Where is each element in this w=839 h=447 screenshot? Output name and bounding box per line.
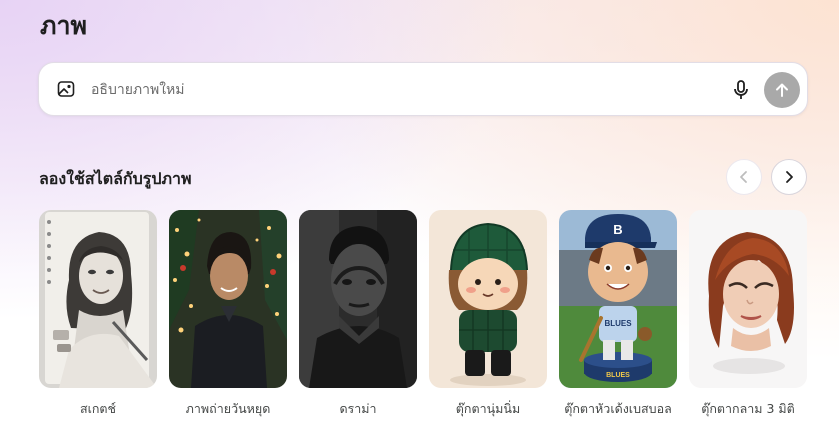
card-label: ตุ๊กตานุ่มนิ่ม <box>455 401 521 416</box>
page-title: ภาพ <box>40 11 87 40</box>
carousel-next-button[interactable] <box>771 159 807 195</box>
holiday-photo-thumbnail <box>169 210 287 388</box>
image-icon[interactable] <box>56 79 76 99</box>
style-card-holiday-photo[interactable]: ภาพถ่ายวันหยุด <box>169 210 287 416</box>
card-label: ดราม่า <box>339 401 377 416</box>
style-card-bobblehead[interactable]: BLUES BLUES B ตุ๊กตาหัวเด้งเบสบอล <box>559 210 677 416</box>
drama-thumbnail <box>299 210 417 388</box>
microphone-icon[interactable] <box>729 78 753 102</box>
cap-letter: B <box>613 222 622 237</box>
prompt-input[interactable] <box>91 75 691 105</box>
style-card-drama[interactable]: ดราม่า <box>299 210 417 416</box>
3d-cartoon-thumbnail <box>689 210 807 388</box>
arrow-up-icon <box>776 83 788 97</box>
style-card-3d-cartoon[interactable]: ตุ๊กตากลาม 3 มิติ <box>689 210 807 416</box>
chevron-right-icon <box>786 171 793 183</box>
card-label: สเกตช์ <box>79 401 117 416</box>
bobblehead-thumbnail: BLUES BLUES B <box>559 210 677 388</box>
card-label: ตุ๊กตาหัวเด้งเบสบอล <box>564 401 672 416</box>
prompt-bar <box>38 62 808 116</box>
section-title: ลองใช้สไตล์กับรูปภาพ <box>39 169 192 188</box>
card-label: ตุ๊กตากลาม 3 มิติ <box>701 401 795 416</box>
card-label: ภาพถ่ายวันหยุด <box>185 401 271 416</box>
style-card-plush-doll[interactable]: ตุ๊กตานุ่มนิ่ม <box>429 210 547 416</box>
style-card-sketch[interactable]: สเกตช์ <box>39 210 157 416</box>
jersey-text: BLUES <box>604 319 632 328</box>
chevron-left-icon <box>740 171 747 183</box>
carousel-prev-button[interactable] <box>726 159 762 195</box>
sketch-thumbnail <box>39 210 157 388</box>
send-button[interactable] <box>764 72 800 108</box>
bobblehead-base-text: BLUES <box>606 372 630 379</box>
plush-doll-thumbnail <box>429 210 547 388</box>
